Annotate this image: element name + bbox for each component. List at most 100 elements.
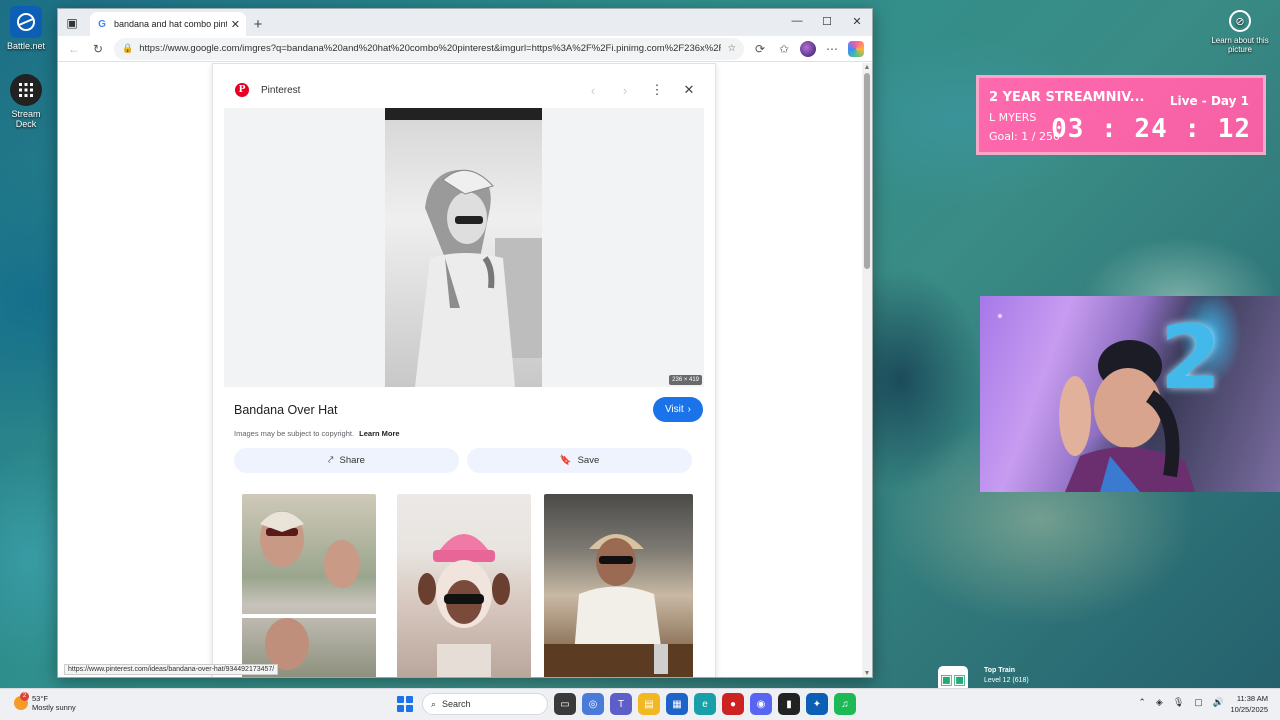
subathon-countdown: 03 : 24 : 12 [1051, 114, 1251, 144]
browser-toolbar: ← ↻ 🔒 https://www.google.com/imgres?q=ba… [58, 36, 872, 62]
image-dimensions-badge: 236 × 419 [669, 375, 702, 385]
image-preview-panel: P Pinterest ‹ › ⋮ ✕ 236 × 419 Bandana Ov… [212, 63, 716, 677]
store-icon[interactable]: ▦ [666, 693, 688, 715]
next-image-icon[interactable]: › [615, 80, 635, 100]
close-window-button[interactable]: ✕ [842, 9, 872, 33]
taskbar-apps: ⌕ Search ▭ ◎ T ▤ ▦ e ● ◉ ▮ ✦ ♫ [394, 693, 856, 715]
copilot-icon[interactable] [848, 40, 864, 57]
spotify-icon[interactable]: ♫ [834, 693, 856, 715]
image-title[interactable]: Bandana Over Hat [234, 403, 338, 417]
source-site-name[interactable]: Pinterest [261, 85, 300, 96]
search-placeholder: Search [442, 699, 471, 709]
subathon-name: L MYERS [989, 111, 1037, 124]
windows-taskbar: 2 53°F Mostly sunny ⌕ Search ▭ ◎ T ▤ ▦ e… [0, 688, 1280, 720]
main-image-area[interactable]: 236 × 419 [224, 108, 704, 387]
window-controls: — ☐ ✕ [782, 9, 872, 33]
favorites-icon[interactable]: ✩ [772, 38, 796, 60]
start-button[interactable] [394, 693, 416, 715]
microphone-icon[interactable]: 🎙 [1173, 697, 1184, 708]
terminal-icon[interactable]: ▮ [778, 693, 800, 715]
network-icon[interactable]: ◈ [1156, 697, 1163, 708]
copilot-app-icon[interactable]: ◎ [582, 693, 604, 715]
show-hidden-icons-icon[interactable]: ⌃ [1138, 697, 1146, 708]
file-explorer-icon[interactable]: ▤ [638, 693, 660, 715]
sun-icon: 2 [14, 692, 29, 710]
browser-window: ▣ G bandana and hat combo pinterest ✕ + … [57, 8, 873, 678]
save-label: Save [577, 455, 600, 466]
teams-icon[interactable]: T [610, 693, 632, 715]
system-tray: ⌃ ◈ 🎙 ▢ 🔊 [1138, 697, 1224, 708]
obs-icon[interactable]: ● [722, 693, 744, 715]
subathon-goal: Goal: 1 / 250 [989, 130, 1060, 143]
webcam-overlay: 2 [980, 296, 1280, 492]
reload-button[interactable]: ↻ [86, 38, 110, 60]
status-bar-url: https://www.pinterest.com/ideas/bandana-… [64, 664, 279, 675]
search-icon: ⌕ [431, 698, 437, 709]
main-image[interactable] [385, 108, 542, 387]
scroll-down-icon[interactable]: ▼ [862, 669, 872, 677]
scrollbar-thumb[interactable] [864, 73, 870, 269]
tab-title: bandana and hat combo pinterest [114, 19, 227, 29]
clock-time: 11:38 AM [1236, 694, 1268, 703]
learn-about-picture[interactable]: ⊘ Learn about this picture [1210, 10, 1270, 54]
related-image-thumbnail[interactable] [544, 494, 693, 677]
share-icon: ⤤ [328, 455, 334, 466]
subathon-title: 2 YEAR STREAMNIV... [989, 90, 1145, 105]
weather-condition: Mostly sunny [32, 703, 76, 712]
related-image-thumbnail[interactable] [242, 494, 376, 677]
weather-temp: 53°F [32, 694, 48, 703]
learn-more-link[interactable]: Learn More [359, 429, 399, 438]
desktop-icon-stream-deck[interactable]: Stream Deck [2, 74, 50, 129]
url-text: https://www.google.com/imgres?q=bandana%… [139, 43, 722, 54]
camera-icon: ⊘ [1229, 10, 1251, 32]
address-bar[interactable]: 🔒 https://www.google.com/imgres?q=bandan… [114, 37, 744, 60]
close-tab-icon[interactable]: ✕ [231, 18, 240, 31]
task-view-icon[interactable]: ▭ [554, 693, 576, 715]
more-menu-icon[interactable]: ⋯ [820, 38, 844, 60]
edge-icon[interactable]: e [694, 693, 716, 715]
back-button[interactable]: ← [62, 38, 86, 60]
tab-actions-button[interactable]: ▣ [58, 9, 86, 36]
clock-date: 10/25/2025 [1230, 705, 1268, 714]
copyright-notice: Images may be subject to copyright. Lear… [234, 429, 400, 438]
page-viewport: P Pinterest ‹ › ⋮ ✕ 236 × 419 Bandana Ov… [58, 63, 864, 677]
pinterest-logo-icon: P [235, 83, 249, 97]
save-button[interactable]: 🔖 Save [467, 448, 692, 473]
desktop-icon-battlenet[interactable]: Battle.net [2, 6, 50, 51]
maximize-button[interactable]: ☐ [812, 9, 842, 33]
volume-icon[interactable]: 🔊 [1213, 697, 1224, 708]
tab-google-images[interactable]: G bandana and hat combo pinterest ✕ [90, 12, 246, 36]
desktop-icon-label: Battle.net [6, 41, 46, 51]
bookmark-icon: 🔖 [559, 455, 572, 466]
visit-label: Visit [664, 404, 684, 415]
taskbar-clock[interactable]: 11:38 AM 10/25/2025 [1230, 693, 1268, 715]
visit-button[interactable]: Visit › [652, 397, 703, 422]
share-button[interactable]: ⤤ Share [234, 448, 459, 473]
tab-strip: ▣ G bandana and hat combo pinterest ✕ + … [58, 9, 872, 36]
taskbar-search[interactable]: ⌕ Search [422, 693, 548, 715]
share-label: Share [339, 455, 365, 466]
subathon-timer-widget: 2 YEAR STREAMNIV... L MYERS Goal: 1 / 25… [976, 75, 1266, 155]
new-tab-button[interactable]: + [246, 12, 270, 36]
google-favicon-icon: G [98, 18, 106, 30]
weather-widget[interactable]: 2 53°F Mostly sunny [14, 692, 76, 712]
desktop-icon-label: Stream Deck [11, 109, 41, 129]
page-scrollbar[interactable]: ▲ ▼ [862, 63, 872, 677]
battlenet-taskbar-icon[interactable]: ✦ [806, 693, 828, 715]
display-icon[interactable]: ▢ [1194, 697, 1203, 708]
previous-image-icon[interactable]: ‹ [583, 80, 603, 100]
more-options-icon[interactable]: ⋮ [647, 80, 667, 100]
notification-badge: 2 [20, 692, 29, 701]
top-train-title: Top Train [984, 667, 1015, 674]
scroll-up-icon[interactable]: ▲ [862, 63, 872, 73]
close-preview-icon[interactable]: ✕ [679, 80, 699, 100]
favorite-star-icon[interactable]: ☆ [727, 43, 736, 54]
copyright-text: Images may be subject to copyright. [234, 429, 355, 438]
minimize-button[interactable]: — [782, 9, 812, 33]
extensions-icon[interactable]: ⟳ [748, 38, 772, 60]
discord-icon[interactable]: ◉ [750, 693, 772, 715]
profile-avatar[interactable] [800, 40, 816, 57]
preview-nav: ‹ › ⋮ ✕ [583, 80, 699, 100]
site-info-icon[interactable]: 🔒 [122, 43, 133, 54]
related-image-thumbnail[interactable] [397, 494, 531, 677]
